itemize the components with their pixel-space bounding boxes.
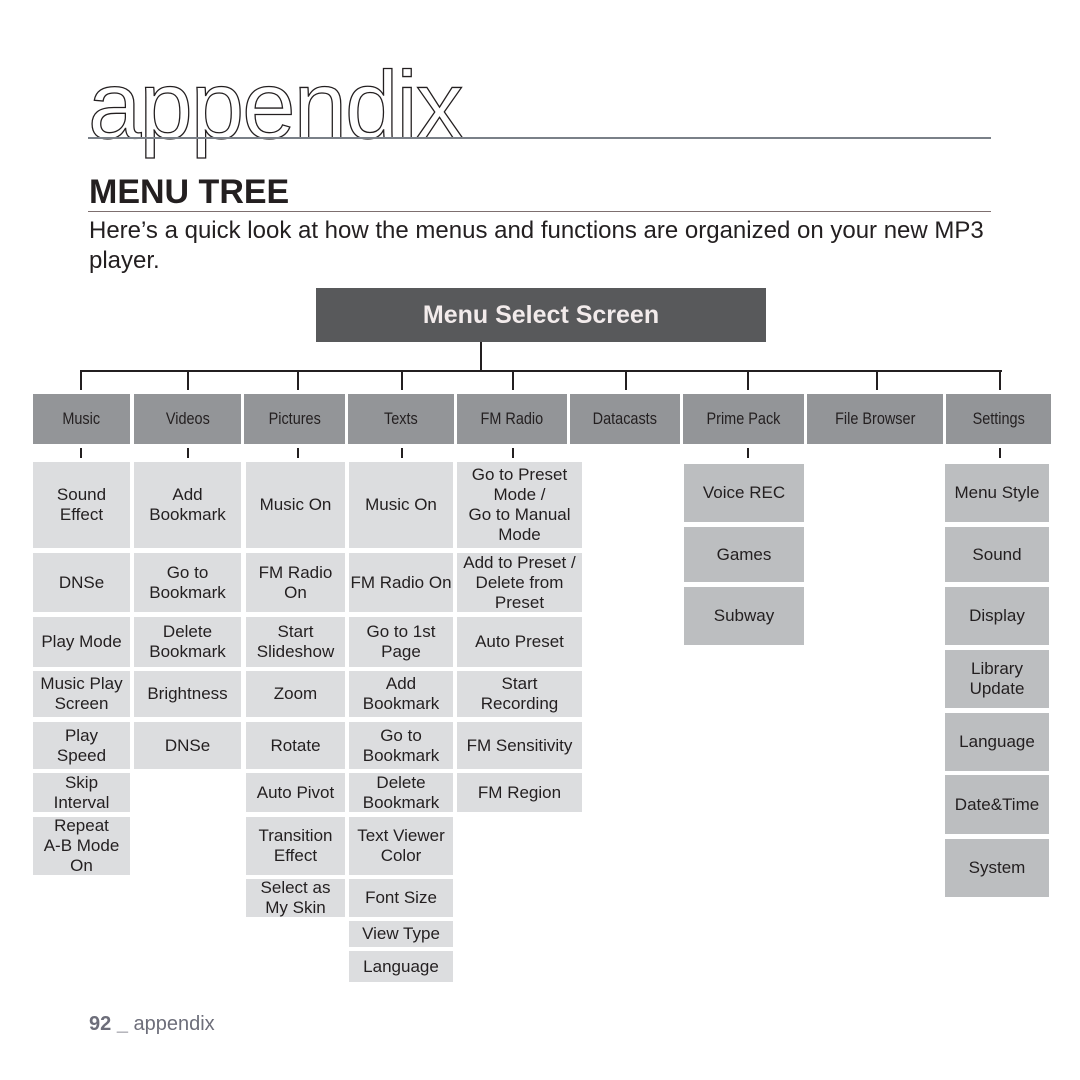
menu-item[interactable]: FM Radio On [349,553,453,612]
connector-items-stub [401,448,403,458]
connector-root-stem [480,342,482,372]
menu-item[interactable]: Music Play Screen [33,671,130,717]
menu-item[interactable]: Text Viewer Color [349,817,453,875]
menu-item[interactable]: DNSe [33,553,130,612]
menu-item[interactable]: Auto Preset [457,617,582,667]
category-prime-pack[interactable]: Prime Pack [683,394,804,444]
category-label: FM Radio [480,409,544,428]
connector-category-stub [999,370,1001,390]
category-label: Videos [165,409,210,428]
category-datacasts[interactable]: Datacasts [570,394,680,444]
menu-item[interactable]: FM Radio On [246,553,345,612]
menu-item[interactable]: Select as My Skin [246,878,345,917]
menu-item[interactable]: Sound Effect [33,462,130,548]
page-number: 92 [89,1013,112,1035]
section-title: MENU TREE [89,173,290,211]
menu-item[interactable]: DNSe [134,722,241,769]
menu-item[interactable]: Language [349,951,453,982]
root-node-menu-select-screen: Menu Select Screen [316,288,766,342]
menu-item[interactable]: Font Size [349,879,453,917]
menu-item[interactable]: Go to Bookmark [134,553,241,612]
category-label: Datacasts [592,409,658,428]
connector-category-stub [187,370,189,390]
category-music[interactable]: Music [33,394,130,444]
menu-item[interactable]: Play Speed [33,722,130,769]
connector-category-stub [297,370,299,390]
category-videos[interactable]: Videos [134,394,241,444]
section-rule [88,211,991,212]
connector-category-stub [80,370,82,390]
category-fm-radio[interactable]: FM Radio [457,394,567,444]
chapter-title: appendix [87,52,464,159]
menu-item[interactable]: View Type [349,921,453,947]
connector-category-stub [512,370,514,390]
menu-item[interactable]: FM Region [457,773,582,812]
connector-items-stub [187,448,189,458]
menu-item[interactable]: Language [945,713,1049,771]
menu-item[interactable]: Auto Pivot [246,773,345,812]
connector-items-stub [512,448,514,458]
menu-item[interactable]: FM Sensitivity [457,722,582,769]
category-label: Texts [384,409,418,428]
intro-paragraph: Here’s a quick look at how the menus and… [89,217,984,274]
menu-item[interactable]: Display [945,587,1049,645]
menu-item[interactable]: Music On [349,462,453,548]
menu-item[interactable]: Menu Style [945,464,1049,522]
menu-item[interactable]: Voice REC [684,464,804,522]
menu-item[interactable]: Delete Bookmark [134,617,241,667]
menu-item[interactable]: Start Recording [457,671,582,717]
connector-items-stub [747,448,749,458]
menu-item[interactable]: Transition Effect [246,817,345,875]
menu-item[interactable]: Skip Interval [33,773,130,812]
menu-item[interactable]: Date&Time [945,775,1049,834]
footer-section: appendix [133,1013,215,1035]
menu-item[interactable]: Subway [684,587,804,645]
page-footer: 92 _ appendix [89,1013,215,1036]
category-pictures[interactable]: Pictures [244,394,345,444]
connector-items-stub [297,448,299,458]
menu-item[interactable]: Add to Preset / Delete from Preset [457,553,582,612]
menu-item[interactable]: Go to Bookmark [349,722,453,769]
menu-item[interactable]: Delete Bookmark [349,773,453,812]
category-file-browser[interactable]: File Browser [807,394,943,444]
connector-category-stub [747,370,749,390]
category-settings[interactable]: Settings [946,394,1051,444]
menu-item[interactable]: Music On [246,462,345,548]
menu-item[interactable]: Brightness [134,671,241,717]
menu-item[interactable]: Play Mode [33,617,130,667]
category-label: Settings [972,409,1025,428]
connector-items-stub [999,448,1001,458]
category-label: File Browser [834,409,916,428]
connector-items-stub [80,448,82,458]
menu-item[interactable]: Add Bookmark [349,671,453,717]
category-label: Music [62,409,101,428]
menu-item[interactable]: Sound [945,527,1049,582]
connector-category-stub [401,370,403,390]
chapter-rule [88,137,991,139]
category-label: Pictures [268,409,321,428]
menu-item[interactable]: Repeat A-B Mode On [33,816,130,875]
connector-horizontal-bus [80,370,1002,372]
menu-item[interactable]: Add Bookmark [134,462,241,548]
footer-separator: _ [116,1013,128,1035]
menu-item[interactable]: Library Update [945,650,1049,708]
connector-category-stub [625,370,627,390]
menu-item[interactable]: Go to 1st Page [349,617,453,667]
menu-item[interactable]: System [945,839,1049,897]
menu-item[interactable]: Start Slideshow [246,617,345,667]
menu-item[interactable]: Zoom [246,671,345,717]
category-texts[interactable]: Texts [348,394,454,444]
category-label: Prime Pack [706,409,781,428]
menu-item[interactable]: Rotate [246,722,345,769]
menu-item[interactable]: Games [684,527,804,582]
menu-item[interactable]: Go to Preset Mode / Go to Manual Mode [457,462,582,548]
connector-category-stub [876,370,878,390]
